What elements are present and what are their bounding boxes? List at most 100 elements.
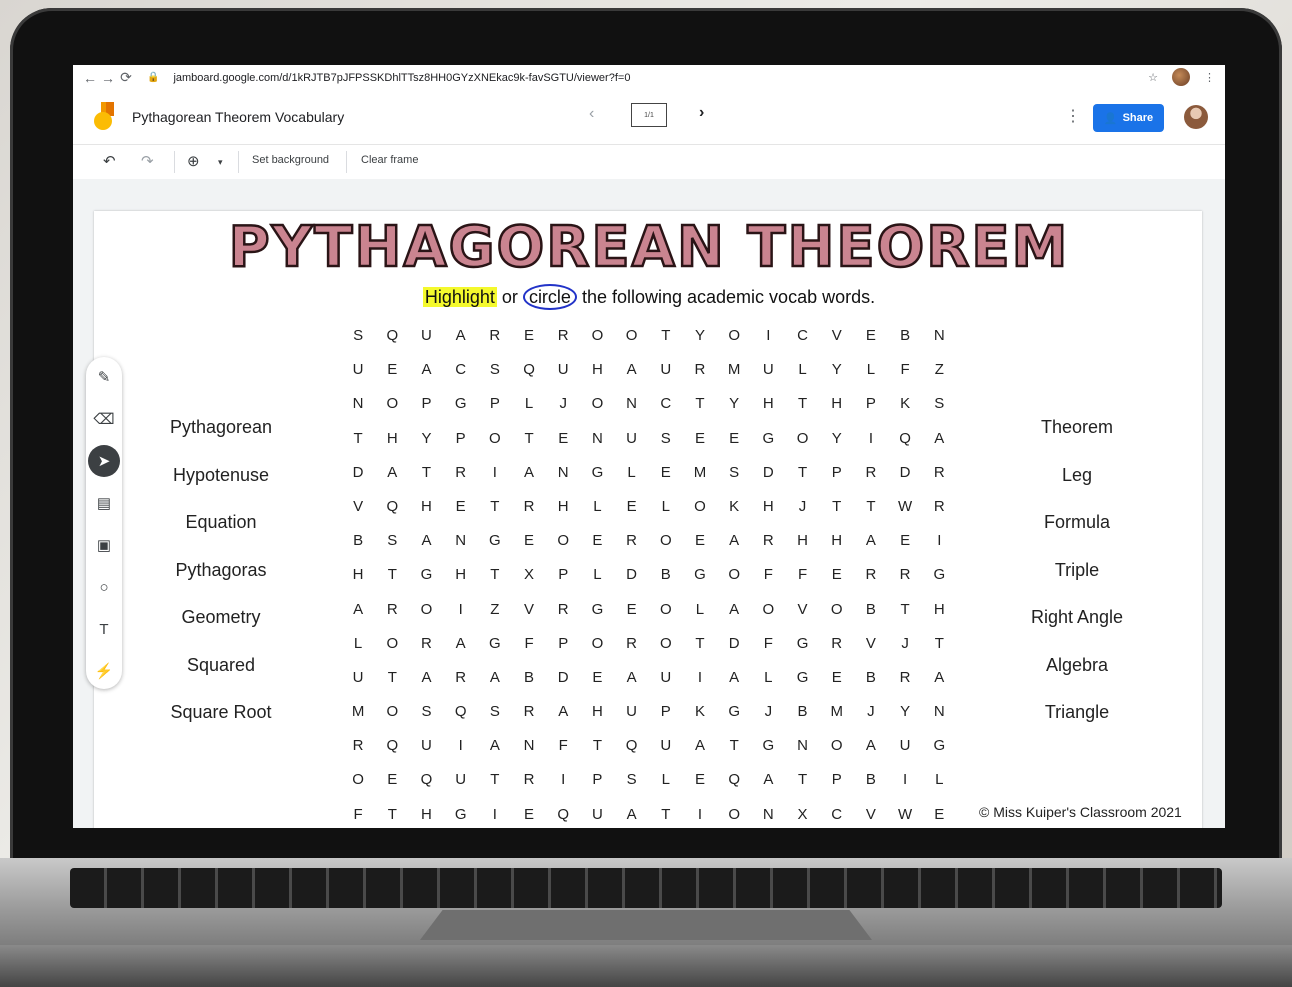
grid-letter[interactable]: T (375, 798, 409, 828)
grid-letter[interactable]: O (717, 319, 751, 353)
image-icon[interactable]: ▣ (92, 533, 116, 557)
grid-letter[interactable]: V (820, 319, 854, 353)
grid-letter[interactable]: Q (717, 763, 751, 797)
grid-letter[interactable]: E (717, 422, 751, 456)
grid-letter[interactable]: Y (717, 387, 751, 421)
grid-letter[interactable]: M (820, 695, 854, 729)
grid-letter[interactable]: O (820, 729, 854, 763)
grid-letter[interactable]: E (546, 422, 580, 456)
grid-letter[interactable]: R (341, 729, 375, 763)
grid-letter[interactable]: H (409, 490, 443, 524)
grid-letter[interactable]: A (341, 593, 375, 627)
grid-letter[interactable]: G (683, 558, 717, 592)
grid-letter[interactable]: A (717, 593, 751, 627)
grid-letter[interactable]: I (478, 798, 512, 828)
grid-letter[interactable]: O (649, 627, 683, 661)
grid-letter[interactable]: A (615, 661, 649, 695)
grid-letter[interactable]: H (444, 558, 478, 592)
grid-letter[interactable]: E (683, 524, 717, 558)
grid-letter[interactable]: B (512, 661, 546, 695)
grid-letter[interactable]: F (341, 798, 375, 828)
grid-letter[interactable]: L (580, 490, 614, 524)
grid-letter[interactable]: T (341, 422, 375, 456)
grid-letter[interactable]: Q (375, 729, 409, 763)
grid-letter[interactable]: L (922, 763, 956, 797)
grid-letter[interactable]: R (444, 661, 478, 695)
grid-letter[interactable]: R (854, 456, 888, 490)
grid-letter[interactable]: A (922, 661, 956, 695)
grid-letter[interactable]: I (478, 456, 512, 490)
grid-letter[interactable]: A (717, 524, 751, 558)
grid-letter[interactable]: S (922, 387, 956, 421)
grid-letter[interactable]: G (409, 558, 443, 592)
grid-letter[interactable]: I (444, 593, 478, 627)
grid-letter[interactable]: A (751, 763, 785, 797)
grid-letter[interactable]: A (444, 319, 478, 353)
grid-letter[interactable]: O (580, 627, 614, 661)
grid-letter[interactable]: J (546, 387, 580, 421)
grid-letter[interactable]: R (444, 456, 478, 490)
grid-letter[interactable]: E (820, 558, 854, 592)
grid-letter[interactable]: Y (409, 422, 443, 456)
grid-letter[interactable]: Z (478, 593, 512, 627)
grid-letter[interactable]: W (888, 490, 922, 524)
circle-icon[interactable]: ○ (92, 575, 116, 599)
grid-letter[interactable]: A (512, 456, 546, 490)
grid-letter[interactable]: L (854, 353, 888, 387)
grid-letter[interactable]: G (785, 661, 819, 695)
grid-letter[interactable]: V (854, 798, 888, 828)
grid-letter[interactable]: N (751, 798, 785, 828)
arrow-right-icon[interactable]: → (99, 70, 117, 86)
word-search-grid[interactable]: SQUAREROOTYOICVEBNUEACSQUHAURMULYLFZNOPG… (341, 319, 961, 828)
grid-letter[interactable]: O (409, 593, 443, 627)
grid-letter[interactable]: R (922, 456, 956, 490)
grid-letter[interactable]: G (580, 593, 614, 627)
grid-letter[interactable]: O (615, 319, 649, 353)
grid-letter[interactable]: E (888, 524, 922, 558)
grid-letter[interactable]: T (888, 593, 922, 627)
grid-letter[interactable]: T (717, 729, 751, 763)
grid-letter[interactable]: E (375, 763, 409, 797)
reload-icon[interactable]: ⟳ (117, 69, 135, 86)
grid-letter[interactable]: D (751, 456, 785, 490)
grid-letter[interactable]: K (683, 695, 717, 729)
grid-letter[interactable]: P (409, 387, 443, 421)
grid-letter[interactable]: S (409, 695, 443, 729)
grid-letter[interactable]: A (546, 695, 580, 729)
grid-letter[interactable]: D (717, 627, 751, 661)
grid-letter[interactable]: U (444, 763, 478, 797)
grid-letter[interactable]: J (751, 695, 785, 729)
grid-letter[interactable]: S (649, 422, 683, 456)
grid-letter[interactable]: R (512, 695, 546, 729)
grid-letter[interactable]: B (854, 593, 888, 627)
grid-letter[interactable]: F (546, 729, 580, 763)
grid-letter[interactable]: V (341, 490, 375, 524)
grid-letter[interactable]: N (785, 729, 819, 763)
grid-letter[interactable]: A (683, 729, 717, 763)
kebab-icon[interactable]: ⋮ (1204, 71, 1215, 84)
grid-letter[interactable]: U (409, 319, 443, 353)
grid-letter[interactable]: I (854, 422, 888, 456)
board-title[interactable]: Pythagorean Theorem Vocabulary (132, 109, 344, 125)
grid-letter[interactable]: Z (922, 353, 956, 387)
grid-letter[interactable]: S (478, 695, 512, 729)
grid-letter[interactable]: H (751, 387, 785, 421)
grid-letter[interactable]: Q (615, 729, 649, 763)
grid-letter[interactable]: T (649, 798, 683, 828)
grid-letter[interactable]: P (444, 422, 478, 456)
zoom-icon[interactable]: ⊕ (187, 152, 200, 170)
grid-letter[interactable]: T (785, 456, 819, 490)
grid-letter[interactable]: O (375, 695, 409, 729)
grid-letter[interactable]: T (683, 627, 717, 661)
grid-letter[interactable]: D (888, 456, 922, 490)
grid-letter[interactable]: L (751, 661, 785, 695)
grid-letter[interactable]: C (785, 319, 819, 353)
grid-letter[interactable]: T (512, 422, 546, 456)
grid-letter[interactable]: R (409, 627, 443, 661)
grid-letter[interactable]: T (478, 558, 512, 592)
grid-letter[interactable]: A (409, 524, 443, 558)
grid-letter[interactable]: T (854, 490, 888, 524)
star-icon[interactable]: ☆ (1148, 71, 1158, 84)
grid-letter[interactable]: A (444, 627, 478, 661)
grid-letter[interactable]: B (785, 695, 819, 729)
